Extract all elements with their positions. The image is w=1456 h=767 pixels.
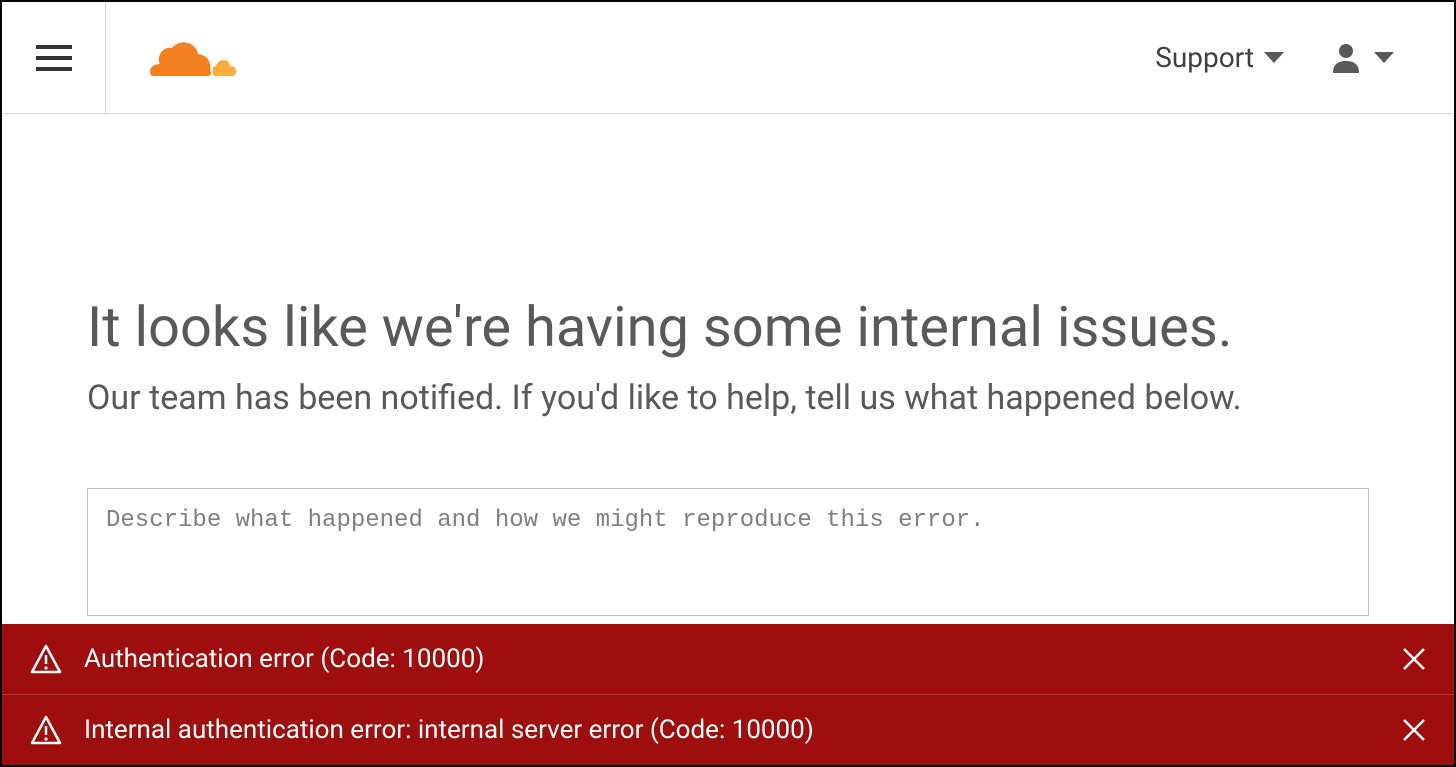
header: Support — [2, 2, 1454, 114]
support-label: Support — [1155, 41, 1254, 74]
logo[interactable] — [106, 36, 1155, 80]
caret-down-icon — [1264, 52, 1284, 64]
alert-close-button[interactable] — [1402, 718, 1426, 742]
cloudflare-logo-icon — [142, 36, 238, 80]
caret-down-icon — [1374, 52, 1394, 64]
alert-banner: Authentication error (Code: 10000) — [2, 624, 1454, 695]
close-icon — [1402, 718, 1426, 742]
user-icon — [1332, 43, 1360, 73]
warning-triangle-icon — [30, 644, 62, 674]
alert-message: Authentication error (Code: 10000) — [84, 644, 1402, 674]
hamburger-menu-button[interactable] — [2, 2, 106, 114]
user-menu-dropdown[interactable] — [1332, 43, 1394, 73]
alert-message: Internal authentication error: internal … — [84, 715, 1402, 745]
hamburger-icon — [36, 44, 72, 72]
error-description-textarea[interactable] — [87, 488, 1369, 616]
warning-triangle-icon — [30, 715, 62, 745]
error-subtitle: Our team has been notified. If you'd lik… — [87, 378, 1369, 418]
header-right: Support — [1155, 41, 1434, 74]
support-dropdown[interactable]: Support — [1155, 41, 1284, 74]
alert-stack: Authentication error (Code: 10000) Inter… — [2, 624, 1454, 765]
main-content: It looks like we're having some internal… — [2, 114, 1454, 620]
alert-close-button[interactable] — [1402, 647, 1426, 671]
error-title: It looks like we're having some internal… — [87, 294, 1369, 360]
close-icon — [1402, 647, 1426, 671]
alert-banner: Internal authentication error: internal … — [2, 695, 1454, 765]
